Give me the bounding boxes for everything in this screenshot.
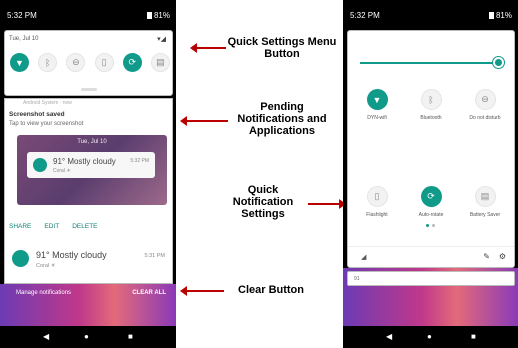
flashlight-tile-icon[interactable]: ▯ — [94, 53, 114, 72]
notif-footer: Manage notifications CLEAR ALL — [0, 288, 176, 300]
manage-notifications-link[interactable]: Manage notifications — [16, 290, 71, 296]
arrow-quick-settings — [190, 43, 226, 53]
phone-notification-shade: 5:32 PM 81% Tue, Jul 10 ▾◢ ▼ ᛒ ⊖ ▯ ⟳ ▤ A… — [0, 0, 176, 348]
tile-label: Bluetooth — [420, 115, 442, 121]
expanded-quick-settings: ▼ DYN-wifi ᛒ Bluetooth ⊖ Do not disturb … — [347, 30, 515, 268]
weather-subtitle: Coral ☀ — [36, 263, 56, 269]
share-button[interactable]: SHARE — [9, 223, 31, 230]
label-quick-settings-button: Quick Settings Menu Button — [227, 36, 337, 60]
home-icon[interactable]: ● — [427, 333, 432, 341]
weather-time: 5:31 PM — [144, 253, 165, 259]
status-bar: 5:32 PM 81% — [343, 0, 518, 28]
weather-title: 91° Mostly cloudy — [36, 250, 107, 260]
battery-saver-tile-icon[interactable]: ▤ — [150, 53, 170, 72]
label-pending-notifications: Pending Notifications and Applications — [237, 101, 327, 137]
quick-settings-tiles: ▼ ᛒ ⊖ ▯ ⟳ ▤ — [10, 53, 170, 72]
brightness-slider[interactable] — [360, 62, 495, 64]
arrow-clear — [180, 286, 224, 296]
clear-all-button[interactable]: CLEAR ALL — [132, 290, 166, 296]
status-bar: 5:32 PM 81% — [0, 0, 176, 28]
tile-do-not-disturb[interactable]: ⊖ Do not disturb — [458, 89, 512, 121]
recents-icon[interactable]: ■ — [471, 333, 476, 341]
brightness-knob[interactable] — [493, 57, 504, 68]
tile-auto-rotate[interactable]: ⟳ Auto-rotate — [404, 186, 458, 218]
tile-wifi[interactable]: ▼ DYN-wifi — [350, 89, 404, 121]
label-quick-notification-settings: Quick Notification Settings — [232, 184, 294, 220]
nav-bar: ◀ ● ■ — [0, 326, 176, 348]
screenshot-preview[interactable]: Tue, Jul 10 91° Mostly cloudy 5:32 PM Co… — [17, 135, 167, 205]
status-time: 5:32 PM — [7, 11, 37, 20]
gear-icon[interactable]: ⚙ — [499, 252, 506, 261]
auto-rotate-icon: ⟳ — [420, 186, 442, 207]
tile-label: Battery Saver — [469, 212, 501, 218]
battery-indicator: 81% — [147, 11, 170, 20]
tile-label: Do not disturb — [469, 115, 501, 121]
delete-button[interactable]: DELETE — [72, 223, 97, 230]
do-not-disturb-icon: ⊖ — [474, 89, 496, 110]
preview-weather-title: 91° Mostly cloudy — [53, 157, 116, 166]
arrow-quick-notification — [308, 199, 346, 209]
bluetooth-icon: ᛒ — [420, 89, 442, 110]
screenshot-stage: 5:32 PM 81% Tue, Jul 10 ▾◢ ▼ ᛒ ⊖ ▯ ⟳ ▤ A… — [0, 0, 518, 348]
arrow-pending — [180, 116, 228, 126]
edit-button[interactable]: EDIT — [44, 223, 59, 230]
tile-label: Auto-rotate — [418, 212, 444, 218]
phone-expanded-settings: 5:32 PM 81% ▼ DYN-wifi ᛒ Bluetooth ⊖ Do … — [343, 0, 518, 348]
do-not-disturb-tile-icon[interactable]: ⊖ — [66, 53, 86, 72]
back-icon[interactable]: ◀ — [43, 333, 49, 341]
wifi-tile-icon[interactable]: ▼ — [10, 53, 29, 72]
cloud-icon — [33, 158, 47, 172]
qs-date: Tue, Jul 10 — [9, 36, 39, 42]
signal-icons: ▾◢ — [157, 36, 166, 43]
recents-icon[interactable]: ■ — [128, 333, 133, 341]
flashlight-icon: ▯ — [366, 186, 388, 207]
collapsed-notification[interactable]: 91 — [347, 271, 515, 286]
page-dot — [432, 224, 435, 227]
screenshot-notif-title[interactable]: Screenshot saved — [9, 111, 65, 118]
nav-bar: ◀ ● ■ — [343, 326, 518, 348]
tile-label: Flashlight — [366, 212, 388, 218]
edit-icon[interactable]: ✎ — [483, 252, 490, 261]
weather-notification[interactable]: 91° Mostly cloudy Coral ☀ 5:31 PM — [9, 245, 169, 275]
tile-battery-saver[interactable]: ▤ Battery Saver — [458, 186, 512, 218]
home-icon[interactable]: ● — [84, 333, 89, 341]
notif-top-snippet: Android System · now — [23, 100, 72, 106]
screenshot-actions: SHARE EDIT DELETE — [9, 223, 98, 230]
signal-icon: ◢ — [361, 254, 367, 261]
cloud-icon — [12, 250, 29, 267]
preview-date: Tue, Jul 10 — [77, 139, 107, 145]
back-icon[interactable]: ◀ — [386, 333, 392, 341]
notifications-panel: Android System · now Screenshot saved Ta… — [4, 98, 173, 284]
status-time: 5:32 PM — [350, 11, 380, 20]
screenshot-notif-subtitle[interactable]: Tap to view your screenshot — [9, 121, 83, 127]
page-indicator[interactable] — [426, 224, 440, 227]
collapsed-text: 91 — [354, 276, 360, 282]
tile-bluetooth[interactable]: ᛒ Bluetooth — [404, 89, 458, 121]
page-dot-active — [426, 224, 429, 227]
preview-weather-card: 91° Mostly cloudy 5:32 PM Coral ☀ — [27, 152, 155, 178]
tile-flashlight[interactable]: ▯ Flashlight — [350, 186, 404, 218]
label-clear-button: Clear Button — [238, 284, 304, 296]
bluetooth-tile-icon[interactable]: ᛒ — [38, 53, 58, 72]
wifi-icon: ▼ — [366, 89, 388, 110]
qs-bottom-bar: ◢ ✎ ⚙ — [348, 246, 514, 268]
preview-sub: Coral ☀ — [53, 168, 71, 174]
preview-time: 5:32 PM — [130, 158, 149, 164]
auto-rotate-tile-icon[interactable]: ⟳ — [122, 53, 142, 72]
battery-saver-icon: ▤ — [474, 186, 496, 207]
tile-label: DYN-wifi — [367, 115, 387, 121]
qs-drag-handle[interactable] — [81, 88, 97, 91]
battery-indicator: 81% — [489, 11, 512, 20]
quick-settings-panel[interactable]: Tue, Jul 10 ▾◢ ▼ ᛒ ⊖ ▯ ⟳ ▤ — [4, 30, 173, 96]
